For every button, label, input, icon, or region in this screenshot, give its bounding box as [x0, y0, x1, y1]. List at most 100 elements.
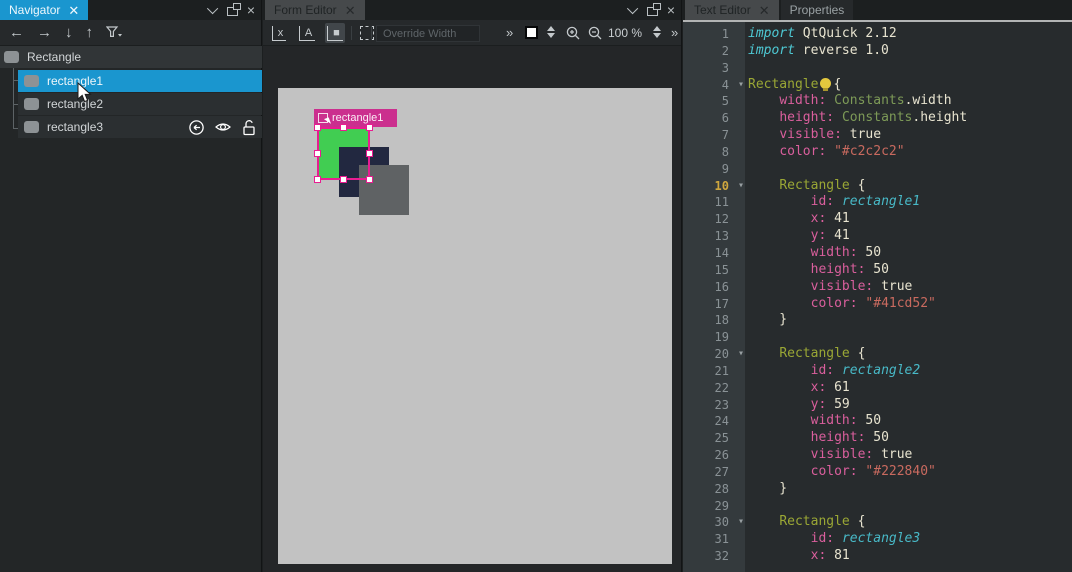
- line-number: 17: [683, 296, 745, 313]
- toolbar-separator: [351, 26, 352, 40]
- move-right-icon[interactable]: →: [37, 25, 52, 40]
- line-number: 10▾: [683, 178, 745, 195]
- form-editor-pane-controls: ×: [630, 0, 675, 20]
- zoom-in-icon[interactable]: [566, 26, 581, 41]
- text-editor-tabbar: Text Editor ✕ Properties: [683, 0, 1072, 20]
- snap-without-anchors-icon[interactable]: ■: [325, 23, 345, 43]
- chevron-down-icon[interactable]: [627, 3, 638, 14]
- rectangle-item-icon: [4, 51, 19, 63]
- form-editor-tabbar: Form Editor ✕ ×: [263, 0, 681, 20]
- no-snapping-icon[interactable]: x: [269, 23, 289, 43]
- navigator-item-rectangle1[interactable]: rectangle1: [18, 70, 262, 92]
- tab-form-editor-label: Form Editor: [274, 3, 337, 17]
- navigator-item-root[interactable]: Rectangle: [0, 46, 262, 68]
- line-number: 15: [683, 262, 745, 279]
- code-editor[interactable]: 1import QtQuick 2.122import reverse 1.03…: [683, 26, 1072, 565]
- navigator-item-label: rectangle1: [47, 74, 103, 88]
- tab-form-editor[interactable]: Form Editor ✕: [265, 0, 365, 20]
- detach-window-icon[interactable]: [647, 7, 658, 16]
- close-pane-icon[interactable]: ×: [247, 3, 255, 17]
- overflow-chevron-icon[interactable]: »: [671, 25, 678, 40]
- resize-handle-w[interactable]: [314, 150, 321, 157]
- lightbulb-icon[interactable]: [820, 78, 831, 89]
- snap-with-anchors-icon[interactable]: A: [297, 23, 317, 43]
- navigator-root-label: Rectangle: [27, 50, 81, 64]
- tab-navigator[interactable]: Navigator ✕: [0, 0, 88, 20]
- resize-handle-s[interactable]: [340, 176, 347, 183]
- zoom-out-icon[interactable]: [588, 26, 603, 41]
- code-line: 25 height: 50: [683, 430, 1072, 447]
- line-number: 23: [683, 397, 745, 414]
- selection-outline[interactable]: [317, 127, 370, 180]
- code-line: 23 y: 59: [683, 397, 1072, 414]
- resize-handle-ne[interactable]: [366, 124, 373, 131]
- rectangle-item-icon: [24, 75, 39, 87]
- line-number: 22: [683, 380, 745, 397]
- fold-marker-icon[interactable]: ▾: [738, 346, 744, 363]
- zoom-level-value: 100 %: [608, 26, 642, 40]
- fold-marker-icon[interactable]: ▾: [738, 77, 744, 94]
- line-number: 25: [683, 430, 745, 447]
- close-icon[interactable]: ✕: [759, 4, 770, 17]
- show-bounding-rectangles-icon[interactable]: [357, 23, 377, 43]
- move-left-icon[interactable]: ←: [9, 25, 24, 40]
- zoom-stepper[interactable]: [653, 26, 661, 38]
- code-line: 31 id: rectangle3: [683, 531, 1072, 548]
- overflow-chevron-icon[interactable]: »: [506, 25, 513, 40]
- code-line: 24 width: 50: [683, 413, 1072, 430]
- line-number: 6: [683, 110, 745, 127]
- code-line: 5 width: Constants.width: [683, 93, 1072, 110]
- move-up-icon[interactable]: ↑: [86, 25, 94, 40]
- selection-label[interactable]: rectangle1: [314, 109, 397, 127]
- selected-item-icon: [318, 113, 328, 123]
- code-line: 11 id: rectangle1: [683, 194, 1072, 211]
- line-number: 27: [683, 464, 745, 481]
- line-number: 4▾: [683, 77, 745, 94]
- code-line: 26 visible: true: [683, 447, 1072, 464]
- override-width-input[interactable]: [376, 25, 480, 42]
- design-canvas[interactable]: rectangle1: [278, 88, 672, 564]
- tab-properties-label: Properties: [790, 3, 845, 17]
- resize-handle-e[interactable]: [366, 150, 373, 157]
- resize-handle-sw[interactable]: [314, 176, 321, 183]
- navigator-item-label: rectangle3: [47, 120, 103, 134]
- navigator-item-label: rectangle2: [47, 97, 103, 111]
- code-line: 32 x: 81: [683, 548, 1072, 565]
- resize-handle-se[interactable]: [366, 176, 373, 183]
- line-number: 5: [683, 93, 745, 110]
- code-line: 4▾Rectangle{: [683, 77, 1072, 94]
- canvas-color-swatch[interactable]: [525, 26, 538, 39]
- tab-properties[interactable]: Properties: [781, 0, 854, 20]
- close-pane-icon[interactable]: ×: [667, 3, 675, 17]
- close-icon[interactable]: ✕: [68, 4, 79, 17]
- code-line: 20▾ Rectangle {: [683, 346, 1072, 363]
- resize-handle-nw[interactable]: [314, 124, 321, 131]
- code-line: 3: [683, 60, 1072, 77]
- chevron-down-icon[interactable]: [207, 3, 218, 14]
- code-line: 12 x: 41: [683, 211, 1072, 228]
- resize-handle-n[interactable]: [340, 124, 347, 131]
- code-line: 28 }: [683, 481, 1072, 498]
- code-line: 27 color: "#222840": [683, 464, 1072, 481]
- code-line: 10▾ Rectangle {: [683, 178, 1072, 195]
- swatch-stepper[interactable]: [547, 26, 555, 38]
- line-number: 30▾: [683, 514, 745, 531]
- navigator-item-rectangle2[interactable]: rectangle2: [18, 93, 262, 115]
- navigator-tabbar: Navigator ✕ ×: [0, 0, 261, 20]
- navigator-item-rectangle3[interactable]: rectangle3: [18, 116, 262, 138]
- navigator-toolbar: ← → ↓ ↑: [0, 20, 261, 46]
- code-line: 18 }: [683, 312, 1072, 329]
- close-icon[interactable]: ✕: [345, 4, 356, 17]
- detach-window-icon[interactable]: [227, 7, 238, 16]
- fold-marker-icon[interactable]: ▾: [738, 514, 744, 531]
- tab-text-editor-label: Text Editor: [694, 3, 751, 17]
- line-number: 24: [683, 413, 745, 430]
- form-editor-toolbar: x A ■ » 100 % »: [263, 20, 681, 46]
- code-line: 7 visible: true: [683, 127, 1072, 144]
- move-down-icon[interactable]: ↓: [65, 25, 73, 40]
- toolbar-separator: [371, 26, 372, 40]
- code-line: 15 height: 50: [683, 262, 1072, 279]
- tab-text-editor[interactable]: Text Editor ✕: [685, 0, 779, 20]
- filter-icon[interactable]: [106, 26, 123, 39]
- fold-marker-icon[interactable]: ▾: [738, 178, 744, 195]
